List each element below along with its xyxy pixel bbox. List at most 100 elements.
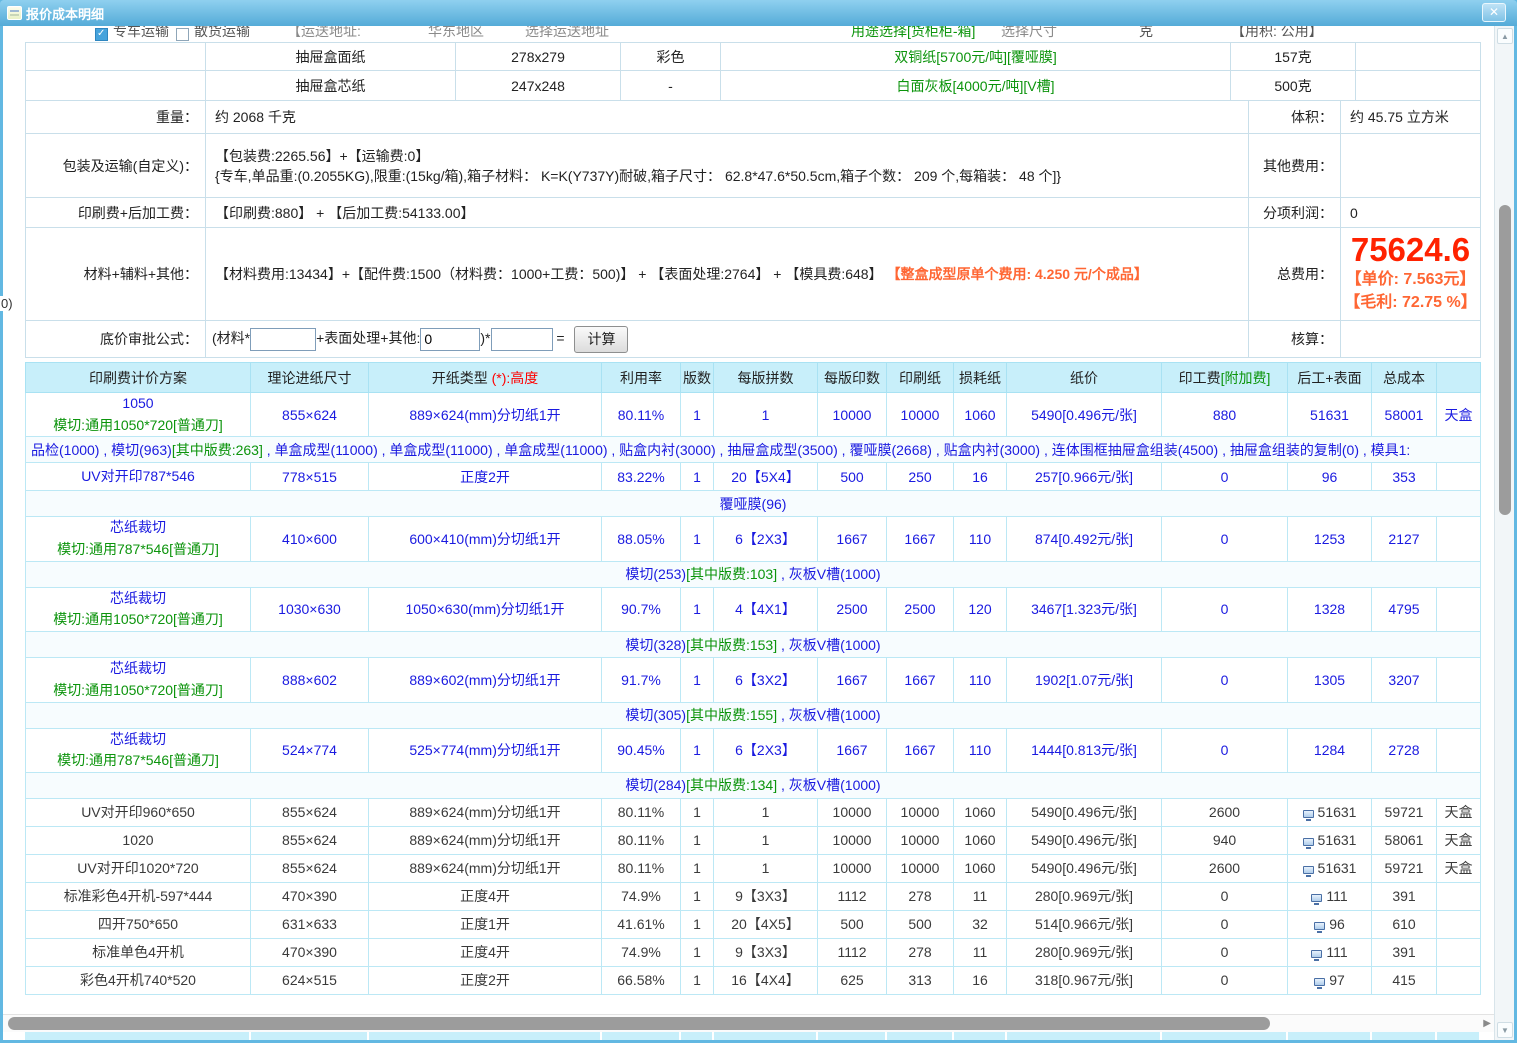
select-size-label[interactable]: 选择尺寸 (1001, 26, 1057, 41)
cell-plan[interactable]: 芯纸裁切模切:通用1050*720[普通刀] (26, 658, 251, 702)
cell-plan[interactable]: 彩色4开机740*520 (26, 966, 251, 994)
cell-paper-price: 5490[0.496元/张] (1007, 826, 1162, 854)
cell-post-and-surface: 111 (1288, 938, 1372, 966)
cell-total-cost: 58061 (1372, 826, 1437, 854)
close-icon[interactable]: ✕ (1482, 3, 1506, 22)
scroll-down-icon[interactable]: ▼ (1497, 1022, 1513, 1038)
cell-work-fee: 0 (1162, 910, 1288, 938)
horizontal-scrollbar[interactable]: ▶ (3, 1014, 1494, 1032)
cell-work-fee: 0 (1162, 882, 1288, 910)
region-label: 华东地区 (428, 26, 484, 41)
note-text: 模切(328) (625, 637, 686, 653)
header-cell: 损耗纸 (954, 363, 1007, 393)
scroll-up-icon[interactable]: ▲ (1497, 28, 1513, 44)
packing-line1: 【包装费:2265.56】+【运输费:0】 (215, 146, 1248, 166)
cell-plan[interactable]: UV对开印960*650 (26, 798, 251, 826)
cell-pieces-per-plate: 1 (714, 798, 818, 826)
cell-loss-paper: 110 (954, 517, 1007, 561)
cell-plate-count: 1 (681, 463, 714, 491)
plan-name: 芯纸裁切 (26, 658, 250, 680)
cell-utilization: 66.58% (602, 966, 681, 994)
volume-value: 约 45.75 立方米 (1341, 101, 1481, 134)
volume-label: 体积： (1249, 101, 1341, 134)
cell-loss-paper: 11 (954, 882, 1007, 910)
cell-loss-paper: 32 (954, 910, 1007, 938)
cell-plan[interactable]: 芯纸裁切模切:通用787*546[普通刀] (26, 517, 251, 561)
cell-prints-per-plate: 10000 (818, 393, 887, 437)
material-note: 【整盒成型原单个费用: 4.250 元/个成品】 (886, 266, 1147, 282)
cell-plan[interactable]: 标准彩色4开机-597*444 (26, 882, 251, 910)
formula-part4: = (556, 330, 564, 346)
table-row: 四开750*650631×633正度1开41.61%120【4X5】500500… (26, 910, 1481, 938)
cell-weight: 500克 (1231, 71, 1356, 101)
note-text: 模切(284) (625, 777, 686, 793)
calculate-button[interactable]: 计算 (574, 326, 628, 353)
cell-print-paper: 10000 (887, 826, 954, 854)
cell-paper-spec: 白面灰板[4000元/吨][V槽] (721, 71, 1231, 101)
table-row: 材料+辅料+其他： 【材料费用:13434】+【配件费:1500（材料费：100… (26, 228, 1481, 321)
screen-icon (1303, 810, 1314, 818)
note-row: 模切(284)[其中版费:134] , 灰板V槽(1000) (26, 772, 1481, 798)
table-row: UV对开印1020*720855×624889×624(mm)分切纸1开80.1… (26, 854, 1481, 882)
cell-utilization: 88.05% (602, 517, 681, 561)
vertical-scrollbar-thumb[interactable] (1499, 205, 1511, 515)
note-text: [其中版费:263] (172, 442, 263, 458)
cell-total-cost: 59721 (1372, 854, 1437, 882)
note-text: 覆哑膜(96) (720, 496, 787, 512)
screen-icon (1314, 978, 1325, 986)
cell-plate-count: 1 (681, 393, 714, 437)
plan-name: 标准单色4开机 (26, 942, 250, 964)
gross-margin: 【毛利: 72.75 %】 (1341, 291, 1480, 314)
vertical-scrollbar[interactable]: ▲ ▼ (1494, 26, 1514, 1040)
bulk-shipping-checkbox[interactable] (176, 28, 189, 41)
plan-name: 芯纸裁切 (26, 517, 250, 539)
horizontal-scrollbar-thumb[interactable] (8, 1017, 1270, 1030)
total-fee-label: 总费用： (1249, 228, 1341, 321)
cell-plan[interactable]: UV对开印1020*720 (26, 854, 251, 882)
header-cell: 利用率 (602, 363, 681, 393)
cell-pieces-per-plate: 6【2X3】 (714, 728, 818, 772)
note-cell: 覆哑膜(96) (26, 491, 1481, 517)
screen-icon (1311, 894, 1322, 902)
cell-total-cost: 4795 (1372, 587, 1437, 631)
select-address-label[interactable]: 选择运送地址 (525, 26, 609, 41)
truck-shipping-checkbox[interactable] (95, 28, 108, 41)
other-fee-value (1341, 134, 1481, 198)
cell-plate-count: 1 (681, 910, 714, 938)
cell-post-and-surface: 97 (1288, 966, 1372, 994)
note-row: 模切(305)[其中版费:155] , 灰板V槽(1000) (26, 702, 1481, 728)
cell-plan[interactable]: 芯纸裁切模切:通用1050*720[普通刀] (26, 587, 251, 631)
cell-plan[interactable]: 1050模切:通用1050*720[普通刀] (26, 393, 251, 437)
cell-work-fee: 0 (1162, 517, 1288, 561)
cell-cut-type: 889×602(mm)分切纸1开 (369, 658, 602, 702)
plan-die-cut-name: 模切:通用1050*720[普通刀] (26, 415, 250, 437)
screen-icon (1311, 950, 1322, 958)
check-value (1341, 321, 1481, 358)
note-text: [其中版费:134] (686, 777, 777, 793)
cell-total-cost: 391 (1372, 882, 1437, 910)
cell-print-paper: 278 (887, 882, 954, 910)
packing-value: 【包装费:2265.56】+【运输费:0】 {专车,单品重:(0.2055KG)… (206, 134, 1249, 198)
cell-plan[interactable]: 芯纸裁切模切:通用787*546[普通刀] (26, 728, 251, 772)
cell-size: 247x248 (456, 71, 621, 101)
print-table-header-row: 印刷费计价方案理论进纸尺寸开纸类型 (*):高度利用率版数每版拼数每版印数印刷纸… (26, 363, 1481, 393)
header-cell: 后工+表面 (1288, 363, 1372, 393)
plan-name: UV对开印787*546 (26, 466, 250, 488)
clipped-background-strip: 专车运输 散货运输 【运送地址: 华东地区 选择运送地址 用途选择[货柜柜-箱]… (3, 26, 1494, 43)
surface-other-input[interactable] (420, 328, 480, 351)
cell-plan[interactable]: UV对开印787*546 (26, 463, 251, 491)
cell-paper-price: 5490[0.496元/张] (1007, 854, 1162, 882)
material-formula: 【材料费用:13434】+【配件费:1500（材料费：1000+工费：500)】… (215, 266, 883, 282)
cell-plate-count: 1 (681, 798, 714, 826)
material-factor-input[interactable] (250, 328, 316, 351)
cell-print-paper: 500 (887, 910, 954, 938)
cell-plan[interactable]: 标准单色4开机 (26, 938, 251, 966)
cell-paper-price: 318[0.967元/张] (1007, 966, 1162, 994)
cell-plan[interactable]: 四开750*650 (26, 910, 251, 938)
formula-part1: (材料* (212, 330, 250, 346)
cell-plan[interactable]: 1020 (26, 826, 251, 854)
weight-label: 重量： (26, 101, 206, 134)
header-cell: 印刷费计价方案 (26, 363, 251, 393)
multiplier-input[interactable] (491, 328, 553, 351)
scroll-right-icon[interactable]: ▶ (1483, 1018, 1491, 1029)
